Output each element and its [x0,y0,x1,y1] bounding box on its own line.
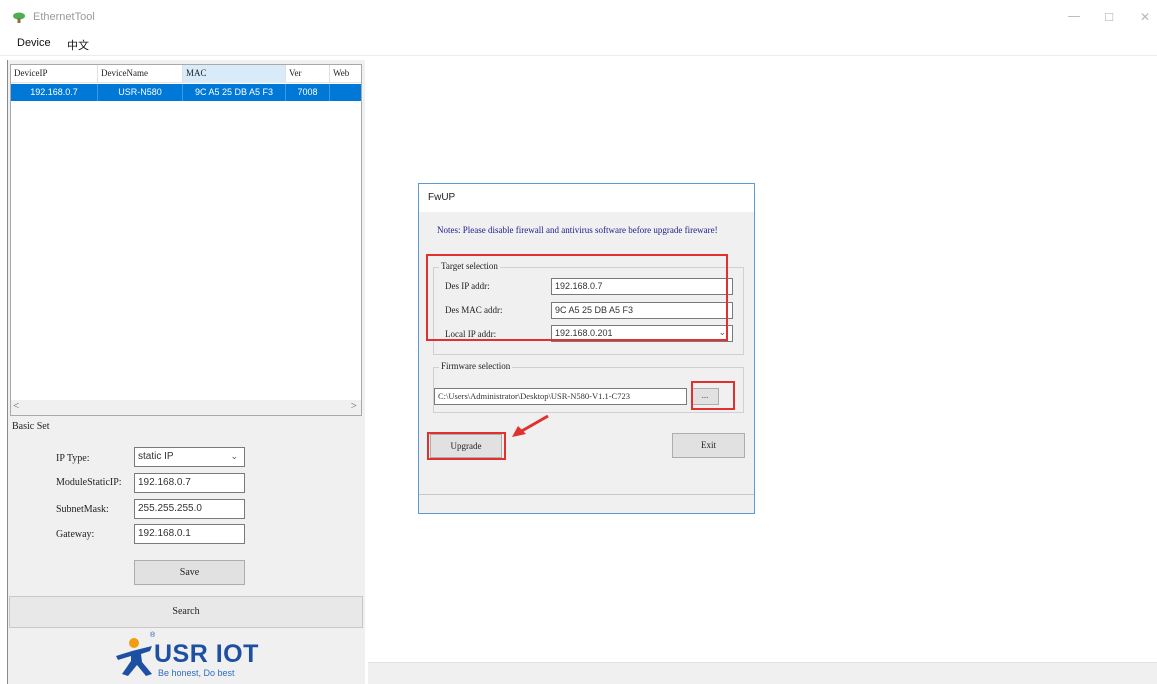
close-button[interactable]: ✕ [1135,10,1155,24]
highlight-upgrade-button [427,432,506,460]
dialog-notes: Notes: Please disable firewall and antiv… [437,225,718,235]
gateway-label: Gateway: [56,529,95,540]
running-person-icon [116,638,152,676]
dialog-title-bar: FwUP [419,184,754,212]
fwup-dialog: FwUP Notes: Please disable firewall and … [418,183,755,514]
save-button[interactable]: Save [134,560,245,585]
menu-device[interactable]: Device [17,37,51,49]
menu-language[interactable]: 中文 [67,37,89,53]
horizontal-scrollbar[interactable]: < > [10,400,362,416]
module-static-ip-input[interactable]: 192.168.0.7 [134,473,245,493]
cell-device-name: USR-N580 [98,84,183,101]
status-strip [368,662,1157,684]
module-static-ip-label: ModuleStaticIP: [56,477,122,488]
highlight-target-selection [426,254,728,341]
basic-set-title: Basic Set [12,421,50,432]
title-bar: EthernetTool — ☐ ✕ [0,0,1157,34]
list-header: DeviceIP DeviceName MAC Ver Web [11,65,361,83]
subnet-mask-label: SubnetMask: [56,504,109,515]
logo-registered-mark: ® [150,632,156,639]
cell-mac: 9C A5 25 DB A5 F3 [183,84,286,101]
column-header-mac[interactable]: MAC [183,65,286,83]
cell-ver: 7008 [286,84,330,101]
subnet-mask-input[interactable]: 255.255.255.0 [134,499,245,519]
menu-bar: Device 中文 [0,34,1157,56]
device-row[interactable]: 192.168.0.7 USR-N580 9C A5 25 DB A5 F3 7… [11,84,361,101]
column-header-device-ip[interactable]: DeviceIP [11,65,98,83]
gateway-input[interactable]: 192.168.0.1 [134,524,245,544]
minimize-button[interactable]: — [1064,9,1084,24]
cell-device-ip: 192.168.0.7 [11,84,98,101]
ip-type-select[interactable]: static IP ⌄ [134,447,245,467]
logo-tagline: Be honest, Do best [158,668,235,678]
column-header-web[interactable]: Web [330,65,361,83]
scroll-left-icon[interactable]: < [13,400,19,412]
scroll-right-icon[interactable]: > [351,400,357,412]
cell-web [330,84,361,101]
dialog-status-bar [419,494,754,513]
logo-text: USR IOT [154,640,259,668]
window-title: EthernetTool [33,11,95,23]
dialog-title: FwUP [428,192,456,203]
firmware-selection-title: Firmware selection [439,361,513,371]
maximize-button[interactable]: ☐ [1099,11,1119,24]
column-header-device-name[interactable]: DeviceName [98,65,183,83]
column-header-ver[interactable]: Ver [286,65,330,83]
device-list[interactable]: DeviceIP DeviceName MAC Ver Web 192.168.… [10,64,362,416]
exit-button[interactable]: Exit [672,433,745,458]
chevron-down-icon: ⌄ [230,452,238,462]
ip-type-value: static IP [138,451,174,462]
highlight-browse-button [691,381,735,410]
ip-type-label: IP Type: [56,453,90,464]
app-icon [13,12,25,23]
annotation-arrow-icon [512,414,549,437]
usr-iot-logo: ® USR IOT Be honest, Do best [112,630,272,682]
search-button[interactable]: Search [9,596,363,628]
firmware-path-input[interactable]: C:\Users\Administrator\Desktop\USR-N580-… [434,388,687,405]
